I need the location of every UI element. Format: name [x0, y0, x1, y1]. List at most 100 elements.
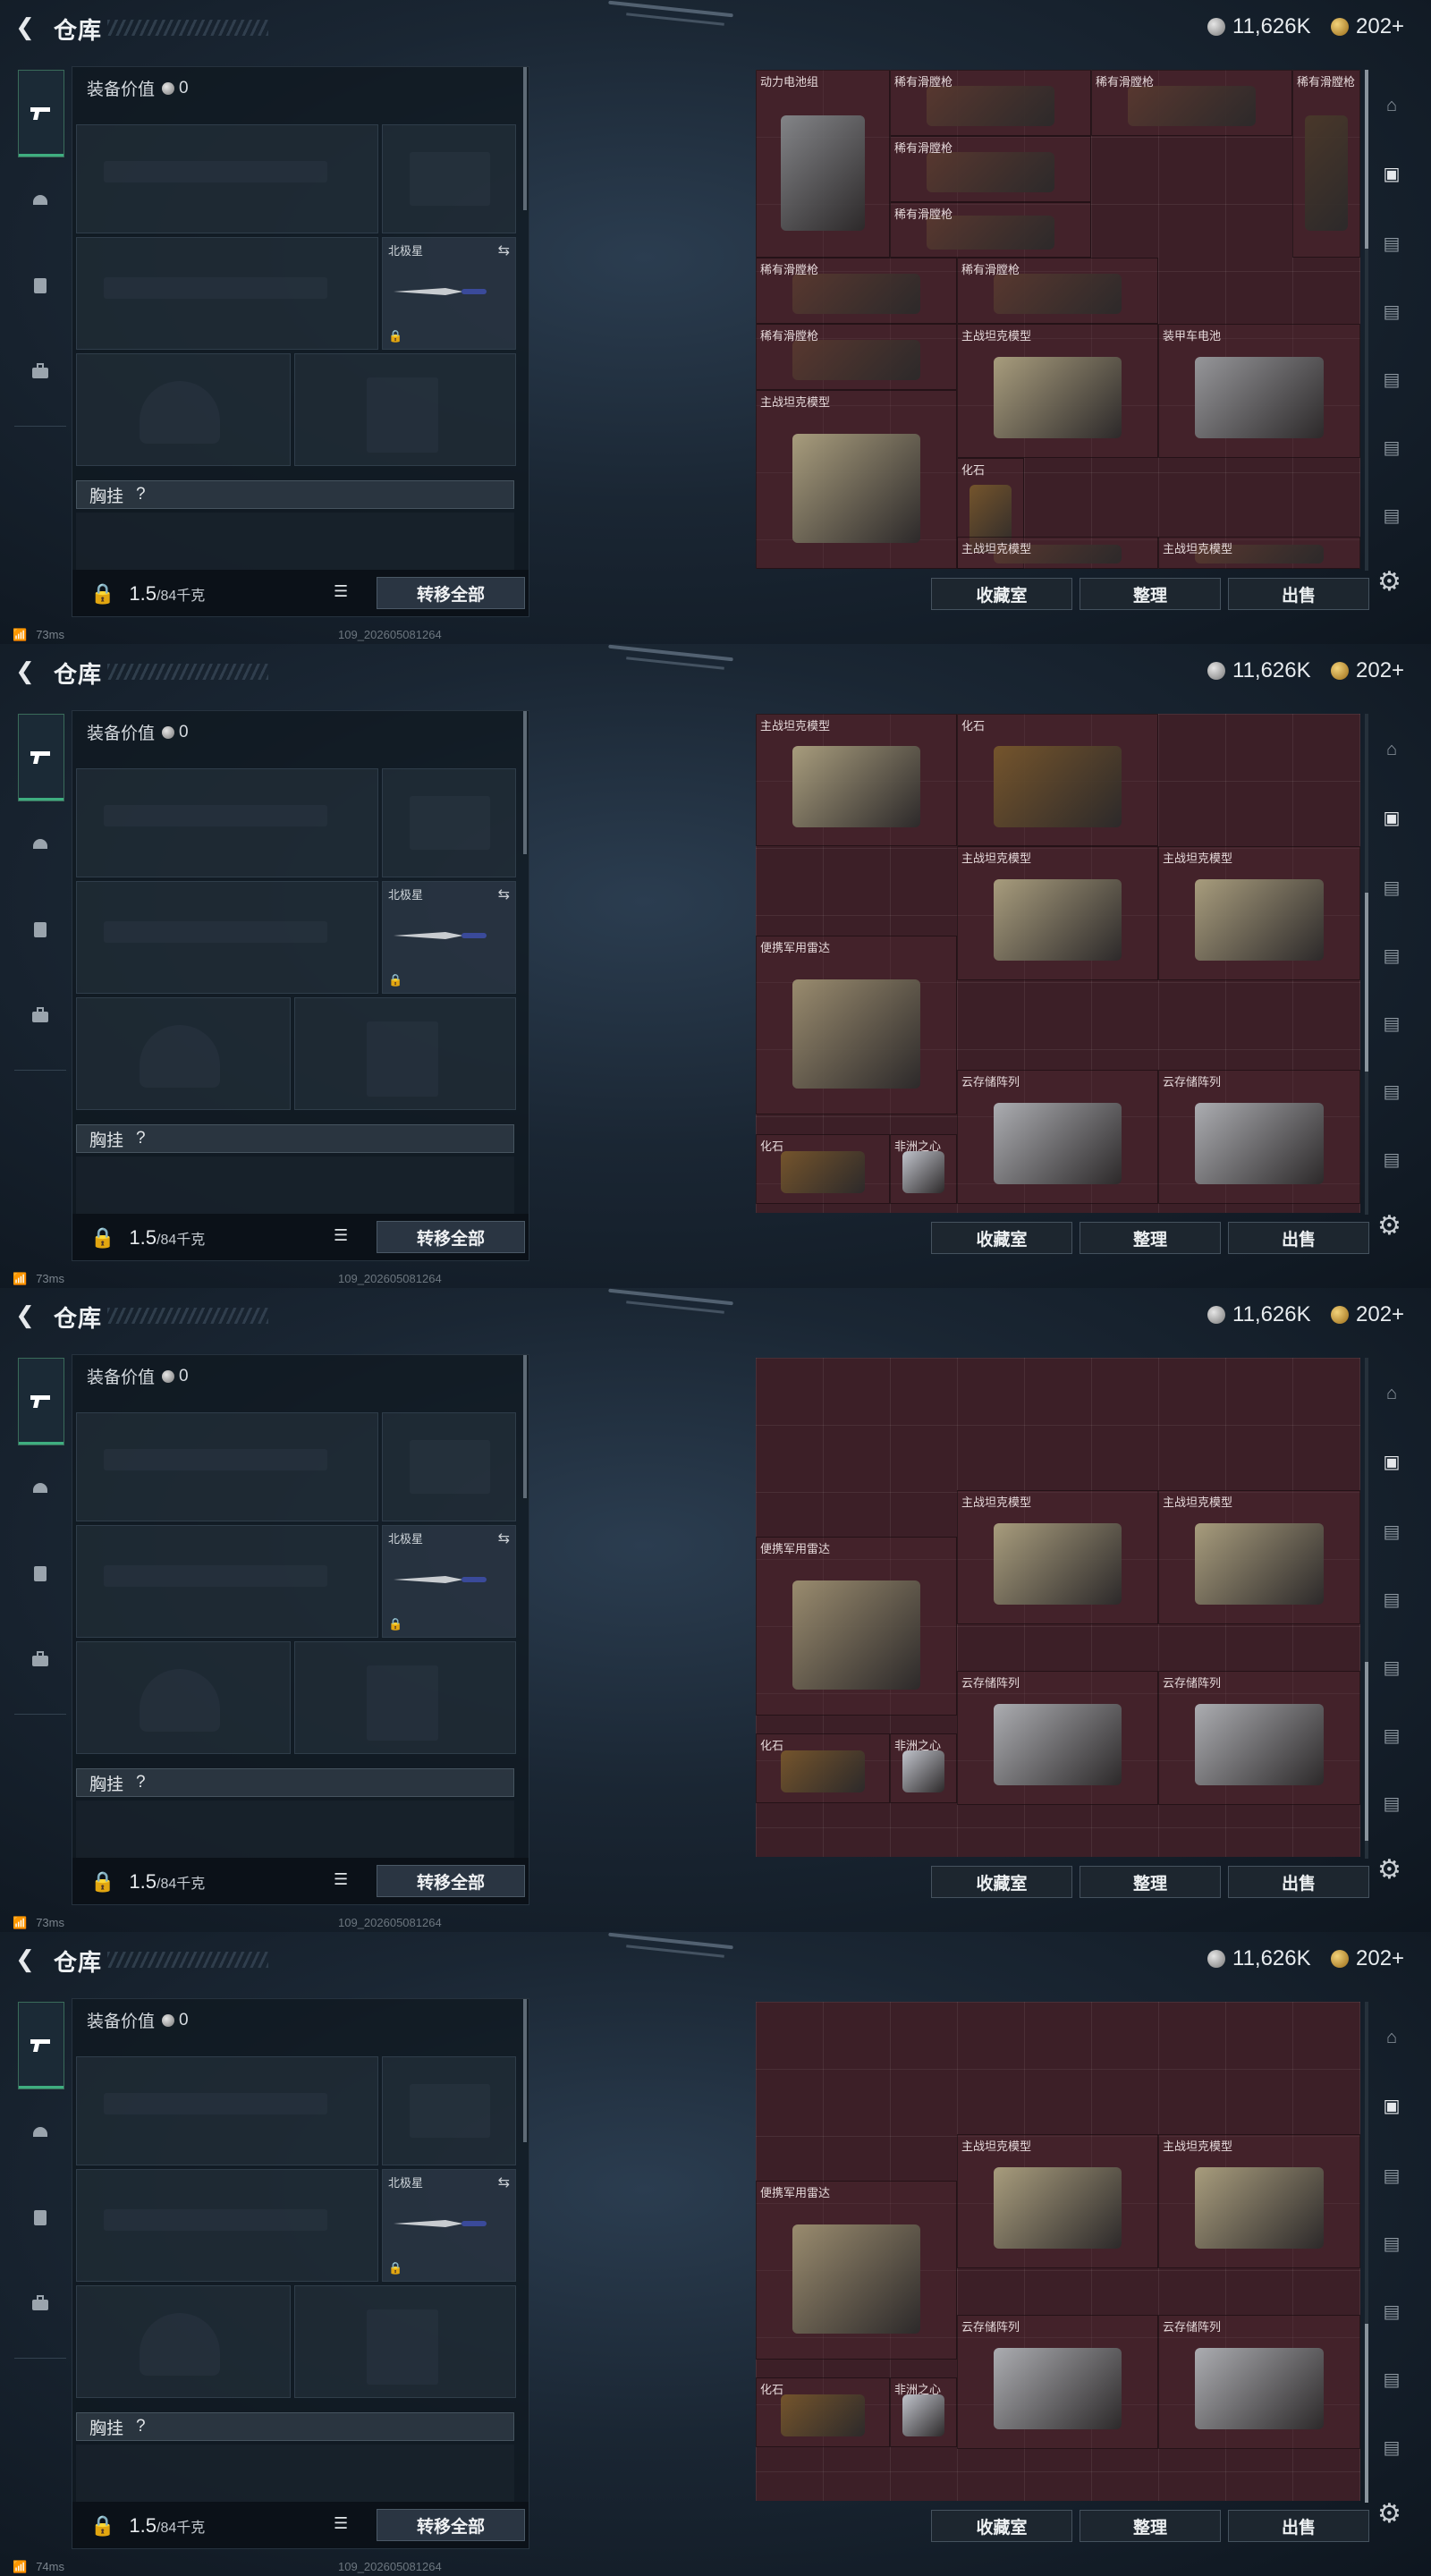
settings-gear-icon[interactable]: ⚙	[1377, 566, 1401, 597]
helmet-slot[interactable]	[76, 997, 291, 1110]
primary-weapon-slot[interactable]	[76, 768, 378, 877]
list-icon[interactable]: ☰	[334, 2514, 348, 2533]
backpack-category-tab[interactable]	[18, 2281, 63, 2326]
organize-button[interactable]: 整理	[1080, 2510, 1221, 2542]
storage-page-icon[interactable]: ▤	[1376, 1583, 1408, 1615]
chest-rig-slots[interactable]	[76, 2445, 514, 2502]
collection-room-button[interactable]: 收藏室	[931, 1222, 1072, 1254]
storage-grid[interactable]: 动力电池组 稀有滑膛枪 稀有滑膛枪 稀有滑膛枪 稀有滑膛枪 稀有滑膛枪 稀有滑膛枪 稀有滑膛枪…	[756, 70, 1360, 569]
armor-slot[interactable]	[294, 353, 516, 466]
back-arrow-icon[interactable]: ❮	[13, 13, 38, 40]
silver-currency[interactable]: 11,626K	[1207, 658, 1311, 683]
list-icon[interactable]: ☰	[334, 1226, 348, 1245]
storage-grid[interactable]: 主战坦克模型 主战坦克模型 便携军用雷达 云存储阵列 云存储阵列 化石 非洲之心	[756, 1358, 1360, 1857]
gold-currency[interactable]: 202+	[1331, 1946, 1404, 1971]
sidearm-slot[interactable]	[382, 2056, 516, 2165]
sell-button[interactable]: 出售	[1228, 1866, 1369, 1898]
storage-item[interactable]: 稀有滑膛枪	[756, 258, 957, 324]
storage-page-icon[interactable]: ▤	[1376, 1007, 1408, 1039]
silver-currency[interactable]: 11,626K	[1207, 1946, 1311, 1971]
weight-lock-icon[interactable]: 🔒	[90, 2514, 114, 2538]
storage-item[interactable]: 云存储阵列	[957, 1671, 1158, 1805]
storage-page-icon[interactable]: ▤	[1376, 1075, 1408, 1107]
storage-item[interactable]: 化石	[756, 1134, 890, 1204]
chest-rig-header[interactable]: 胸挂 ?	[76, 2412, 514, 2441]
weight-lock-icon[interactable]: 🔒	[90, 1870, 114, 1894]
storage-grid[interactable]: 主战坦克模型 主战坦克模型 便携军用雷达 云存储阵列 云存储阵列 化石 非洲之心	[756, 2002, 1360, 2501]
helmet-category-tab[interactable]	[18, 821, 63, 866]
sidearm-slot[interactable]	[382, 124, 516, 233]
swap-icon[interactable]: ⇆	[498, 886, 510, 903]
storage-item[interactable]: 便携军用雷达	[756, 936, 957, 1114]
weapon-category-tab[interactable]	[18, 70, 64, 157]
backpack-category-tab[interactable]	[18, 1637, 63, 1682]
backpack-category-tab[interactable]	[18, 349, 63, 394]
storage-page-icon[interactable]: ▤	[1376, 1515, 1408, 1547]
helmet-slot[interactable]	[76, 1641, 291, 1754]
settings-gear-icon[interactable]: ⚙	[1377, 1210, 1401, 1241]
storage-page-icon[interactable]: ▤	[1376, 939, 1408, 971]
storage-tab-icon[interactable]: ▣	[1376, 2089, 1408, 2122]
storage-item[interactable]: 稀有滑膛枪	[890, 70, 1091, 136]
storage-item[interactable]: 稀有滑膛枪	[756, 324, 957, 390]
secondary-weapon-slot[interactable]	[76, 881, 378, 994]
storage-tab-icon[interactable]: ▣	[1376, 801, 1408, 834]
chest-rig-help[interactable]: ?	[136, 1773, 146, 1792]
storage-scrollbar[interactable]	[1365, 714, 1368, 1215]
chest-rig-slots[interactable]	[76, 1157, 514, 1214]
organize-button[interactable]: 整理	[1080, 1866, 1221, 1898]
organize-button[interactable]: 整理	[1080, 578, 1221, 610]
storage-item[interactable]: 云存储阵列	[957, 2315, 1158, 2449]
storage-scroll-thumb[interactable]	[1365, 1662, 1368, 1841]
storage-item[interactable]: 主战坦克模型	[957, 2134, 1158, 2268]
chest-rig-slots[interactable]	[76, 513, 514, 570]
storage-scrollbar[interactable]	[1365, 1358, 1368, 1859]
transfer-all-button[interactable]: 转移全部	[377, 2509, 525, 2541]
gold-currency[interactable]: 202+	[1331, 14, 1404, 39]
armor-category-tab[interactable]	[18, 263, 63, 308]
helmet-category-tab[interactable]	[18, 2109, 63, 2154]
sell-button[interactable]: 出售	[1228, 578, 1369, 610]
storage-item[interactable]: 云存储阵列	[1158, 1671, 1360, 1805]
storage-item[interactable]: 化石	[957, 714, 1158, 846]
storage-page-icon[interactable]: ▤	[1376, 295, 1408, 327]
storage-tab-icon[interactable]: ▣	[1376, 157, 1408, 190]
storage-page-icon[interactable]: ▤	[1376, 499, 1408, 531]
transfer-all-button[interactable]: 转移全部	[377, 1865, 525, 1897]
equipment-scrollbar[interactable]	[523, 1999, 527, 2142]
storage-item[interactable]: 主战坦克模型	[957, 846, 1158, 980]
transfer-all-button[interactable]: 转移全部	[377, 1221, 525, 1253]
storage-item[interactable]: 主战坦克模型	[756, 714, 957, 846]
back-arrow-icon[interactable]: ❮	[13, 1301, 38, 1328]
secondary-weapon-slot[interactable]	[76, 237, 378, 350]
chest-rig-help[interactable]: ?	[136, 485, 146, 504]
storage-item[interactable]: 稀有滑膛枪	[890, 136, 1091, 202]
gold-currency[interactable]: 202+	[1331, 1302, 1404, 1327]
chest-rig-header[interactable]: 胸挂 ?	[76, 1124, 514, 1153]
storage-page-icon[interactable]: ▤	[1376, 2363, 1408, 2395]
equipment-scrollbar[interactable]	[523, 1355, 527, 1498]
armor-category-tab[interactable]	[18, 1551, 63, 1596]
storage-item[interactable]: 非洲之心	[890, 1733, 957, 1803]
settings-gear-icon[interactable]: ⚙	[1377, 2498, 1401, 2529]
weapon-category-tab[interactable]	[18, 2002, 64, 2089]
storage-page-icon[interactable]: ▤	[1376, 431, 1408, 463]
vault-icon[interactable]: ⌂	[1376, 2021, 1408, 2054]
storage-item[interactable]: 云存储阵列	[1158, 1070, 1360, 1204]
swap-icon[interactable]: ⇆	[498, 2174, 510, 2191]
transfer-all-button[interactable]: 转移全部	[377, 577, 525, 609]
weight-lock-icon[interactable]: 🔒	[90, 582, 114, 606]
storage-item[interactable]: 动力电池组	[756, 70, 890, 258]
chest-rig-help[interactable]: ?	[136, 2417, 146, 2436]
swap-icon[interactable]: ⇆	[498, 242, 510, 259]
storage-item[interactable]: 非洲之心	[890, 2377, 957, 2447]
storage-item[interactable]: 化石	[756, 1733, 890, 1803]
armor-category-tab[interactable]	[18, 2195, 63, 2240]
melee-slot[interactable]: 北极星 ⇆ 🔒	[382, 2169, 516, 2282]
armor-slot[interactable]	[294, 1641, 516, 1754]
storage-item[interactable]: 云存储阵列	[957, 1070, 1158, 1204]
silver-currency[interactable]: 11,626K	[1207, 1302, 1311, 1327]
storage-item[interactable]: 主战坦克模型	[1158, 846, 1360, 980]
helmet-slot[interactable]	[76, 2285, 291, 2398]
storage-item[interactable]: 主战坦克模型	[957, 1490, 1158, 1624]
